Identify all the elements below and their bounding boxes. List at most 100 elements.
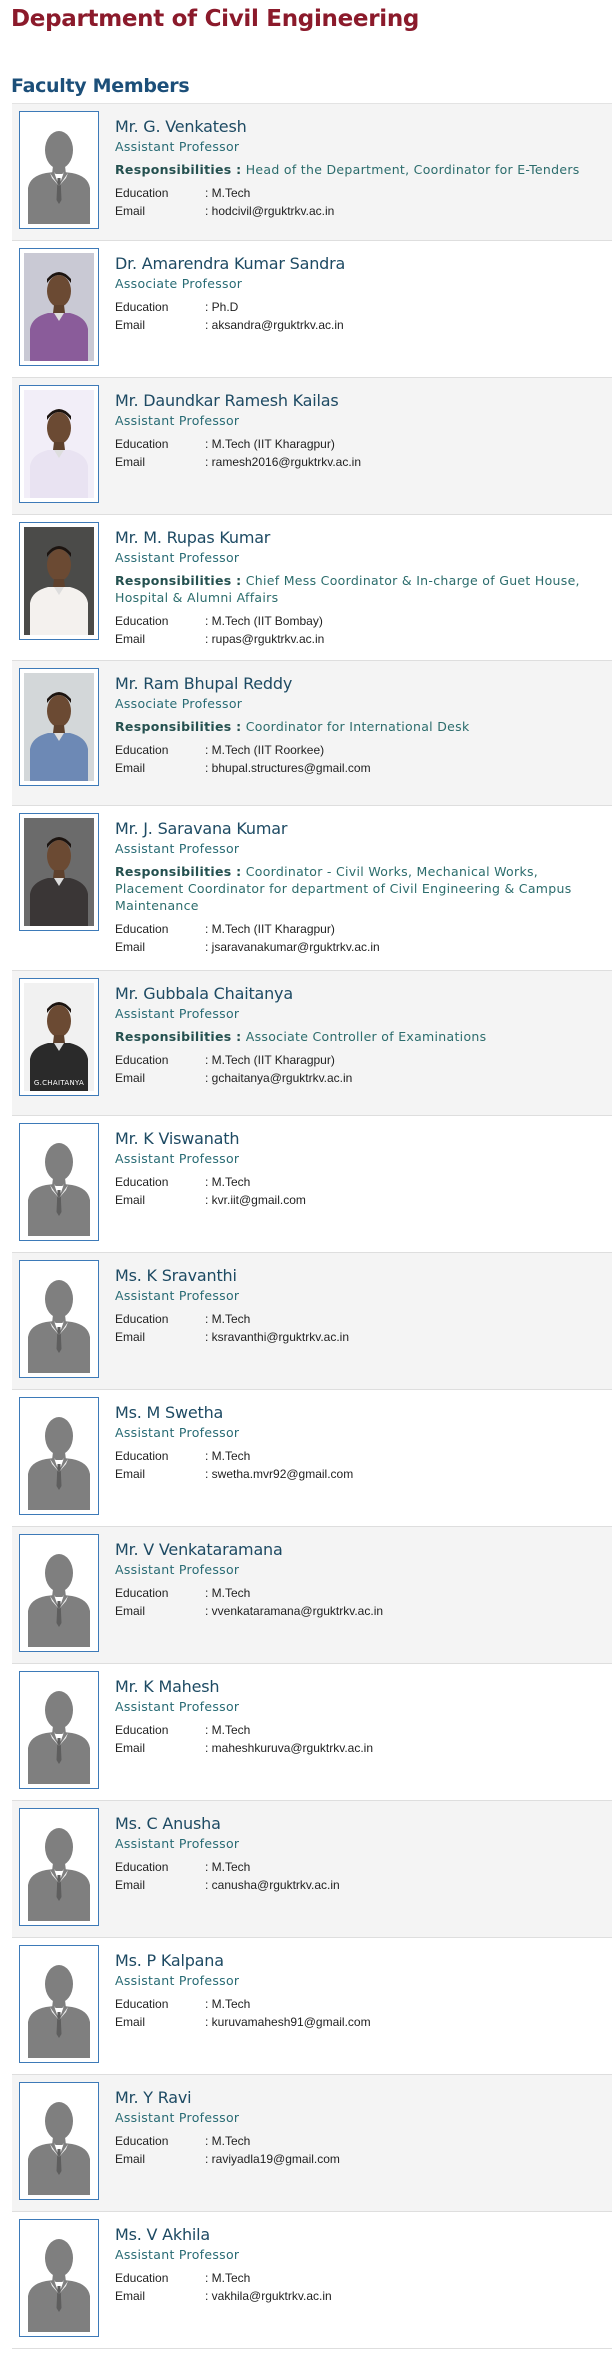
education-label: Education <box>115 437 169 451</box>
email-value[interactable]: : kuruvamahesh91@gmail.com <box>205 2013 371 2031</box>
faculty-photo <box>19 1397 99 1515</box>
faculty-photo <box>19 1808 99 1926</box>
faculty-designation: Assistant Professor <box>115 1836 240 1851</box>
faculty-info: Mr. J. Saravana Kumar Assistant Professor… <box>115 819 608 956</box>
faculty-responsibilities: Responsibilities : Coordinator for Inter… <box>115 718 608 735</box>
faculty-fields: Education: M.Tech Email: hodcivil@rguktrk… <box>115 184 608 220</box>
email-value[interactable]: : maheshkuruva@rguktrkv.ac.in <box>205 1739 373 1757</box>
responsibilities-label: Responsibilities : <box>115 864 242 879</box>
faculty-fields: Education: M.Tech (IIT Roorkee) Email: bh… <box>115 741 608 777</box>
faculty-name: Mr. J. Saravana Kumar <box>115 819 288 838</box>
email-value[interactable]: : ramesh2016@rguktrkv.ac.in <box>205 453 361 471</box>
placeholder-avatar-icon <box>24 1950 94 2058</box>
email-value[interactable]: : aksandra@rguktrkv.ac.in <box>205 316 344 334</box>
placeholder-avatar-icon <box>24 1539 94 1647</box>
email-value[interactable]: : jsaravanakumar@rguktrkv.ac.in <box>205 938 380 956</box>
portrait-photo-icon <box>24 818 94 926</box>
education-label: Education <box>115 1860 169 1874</box>
education-row: Education: M.Tech <box>115 184 608 202</box>
photo-frame <box>24 253 94 361</box>
faculty-card: Mr. Daundkar Ramesh Kailas Assistant Prof… <box>12 378 612 515</box>
email-row: Email : kvr.iit@gmail.com <box>115 1191 608 1209</box>
faculty-name: Ms. M Swetha <box>115 1403 224 1422</box>
email-row: Email : maheshkuruva@rguktrkv.ac.in <box>115 1739 608 1757</box>
email-row: Email: bhupal.structures@gmail.com <box>115 759 608 777</box>
faculty-fields: Education: Ph.D Email: aksandra@rguktrkv.… <box>115 298 608 334</box>
faculty-card: G.CHAITANYA Mr. Gubbala Chaitanya Assistan… <box>12 971 612 1116</box>
faculty-info: Ms. K Sravanthi Assistant Professor Educat… <box>115 1266 608 1346</box>
faculty-card: Mr. M. Rupas Kumar Assistant Professor Res… <box>12 515 612 661</box>
email-label: Email <box>115 2015 146 2029</box>
education-row: Education: M.Tech <box>115 1173 608 1191</box>
education-label: Education <box>115 1997 169 2011</box>
education-value: : M.Tech <box>205 2134 251 2148</box>
placeholder-avatar-icon <box>24 1813 94 1921</box>
email-label: Email <box>115 1467 146 1481</box>
responsibilities-label: Responsibilities : <box>115 719 242 734</box>
email-value[interactable]: : rupas@rguktrkv.ac.in <box>205 630 324 648</box>
email-label: Email <box>115 1604 146 1618</box>
faculty-info: Mr. Gubbala Chaitanya Assistant Professor… <box>115 984 608 1087</box>
faculty-designation: Assistant Professor <box>115 1006 240 1021</box>
faculty-card: Mr. J. Saravana Kumar Assistant Professor… <box>12 806 612 971</box>
email-value[interactable]: : bhupal.structures@gmail.com <box>205 759 371 777</box>
faculty-name: Mr. Ram Bhupal Reddy <box>115 674 293 693</box>
email-value[interactable]: : kvr.iit@gmail.com <box>205 1191 306 1209</box>
faculty-designation: Associate Professor <box>115 276 243 291</box>
faculty-name: Ms. V Akhila <box>115 2225 210 2244</box>
portrait-photo-icon <box>24 390 94 498</box>
faculty-info: Dr. Amarendra Kumar Sandra Associate Prof… <box>115 254 608 334</box>
email-value[interactable]: : ksravanthi@rguktrkv.ac.in <box>205 1328 349 1346</box>
email-label: Email <box>115 1193 146 1207</box>
faculty-name: Mr. Gubbala Chaitanya <box>115 984 293 1003</box>
faculty-responsibilities: Responsibilities : Chief Mess Coordinato… <box>115 572 608 606</box>
education-value: : M.Tech <box>205 1586 251 1600</box>
email-value[interactable]: : vakhila@rguktrkv.ac.in <box>205 2287 332 2305</box>
email-label: Email <box>115 2289 146 2303</box>
faculty-photo <box>19 1945 99 2063</box>
education-row: Education: M.Tech <box>115 1995 608 2013</box>
email-value[interactable]: : swetha.mvr92@gmail.com <box>205 1465 353 1483</box>
responsibilities-text: Associate Controller of Examinations <box>245 1029 487 1044</box>
education-row: Education: M.Tech (IIT Kharagpur) <box>115 920 608 938</box>
email-value[interactable]: : hodcivil@rguktrkv.ac.in <box>205 202 334 220</box>
faculty-fields: Education: M.Tech Email: vvenkataramana@r… <box>115 1584 608 1620</box>
responsibilities-text: Head of the Department, Coordinator for … <box>245 162 580 177</box>
photo-caption: G.CHAITANYA <box>33 1079 85 1087</box>
education-label: Education <box>115 186 169 200</box>
email-label: Email <box>115 2152 146 2166</box>
faculty-card: Ms. V Akhila Assistant Professor Education… <box>12 2212 612 2349</box>
email-value[interactable]: : canusha@rguktrkv.ac.in <box>205 1876 340 1894</box>
email-row: Email : swetha.mvr92@gmail.com <box>115 1465 608 1483</box>
education-value: : M.Tech (IIT Roorkee) <box>205 743 325 757</box>
responsibilities-label: Responsibilities : <box>115 162 242 177</box>
faculty-name: Mr. M. Rupas Kumar <box>115 528 271 547</box>
education-value: : Ph.D <box>205 300 239 314</box>
email-label: Email <box>115 1741 146 1755</box>
photo-frame <box>24 1950 94 2058</box>
email-label: Email <box>115 455 146 469</box>
photo-frame <box>24 1265 94 1373</box>
education-value: : M.Tech (IIT Kharagpur) <box>205 922 335 936</box>
education-row: Education: M.Tech <box>115 1447 608 1465</box>
photo-frame <box>24 2087 94 2195</box>
faculty-card: Ms. M Swetha Assistant Professor Education… <box>12 1390 612 1527</box>
education-label: Education <box>115 1175 169 1189</box>
responsibilities-label: Responsibilities : <box>115 573 242 588</box>
photo-frame: G.CHAITANYA <box>24 983 94 1091</box>
faculty-info: Ms. M Swetha Assistant Professor Education… <box>115 1403 608 1483</box>
faculty-card: Mr. V Venkataramana Assistant Professor Ed… <box>12 1527 612 1664</box>
faculty-photo <box>19 1671 99 1789</box>
placeholder-avatar-icon <box>24 116 94 224</box>
faculty-designation: Assistant Professor <box>115 1151 240 1166</box>
email-label: Email <box>115 318 146 332</box>
faculty-designation: Assistant Professor <box>115 550 240 565</box>
email-value[interactable]: : vvenkataramana@rguktrkv.ac.in <box>205 1602 383 1620</box>
email-value[interactable]: : gchaitanya@rguktrkv.ac.in <box>205 1069 352 1087</box>
email-value[interactable]: : raviyadla19@gmail.com <box>205 2150 340 2168</box>
placeholder-avatar-icon <box>24 1402 94 1510</box>
education-value: : M.Tech (IIT Kharagpur) <box>205 1053 335 1067</box>
faculty-name: Mr. V Venkataramana <box>115 1540 283 1559</box>
education-value: : M.Tech <box>205 1723 251 1737</box>
photo-frame <box>24 673 94 781</box>
